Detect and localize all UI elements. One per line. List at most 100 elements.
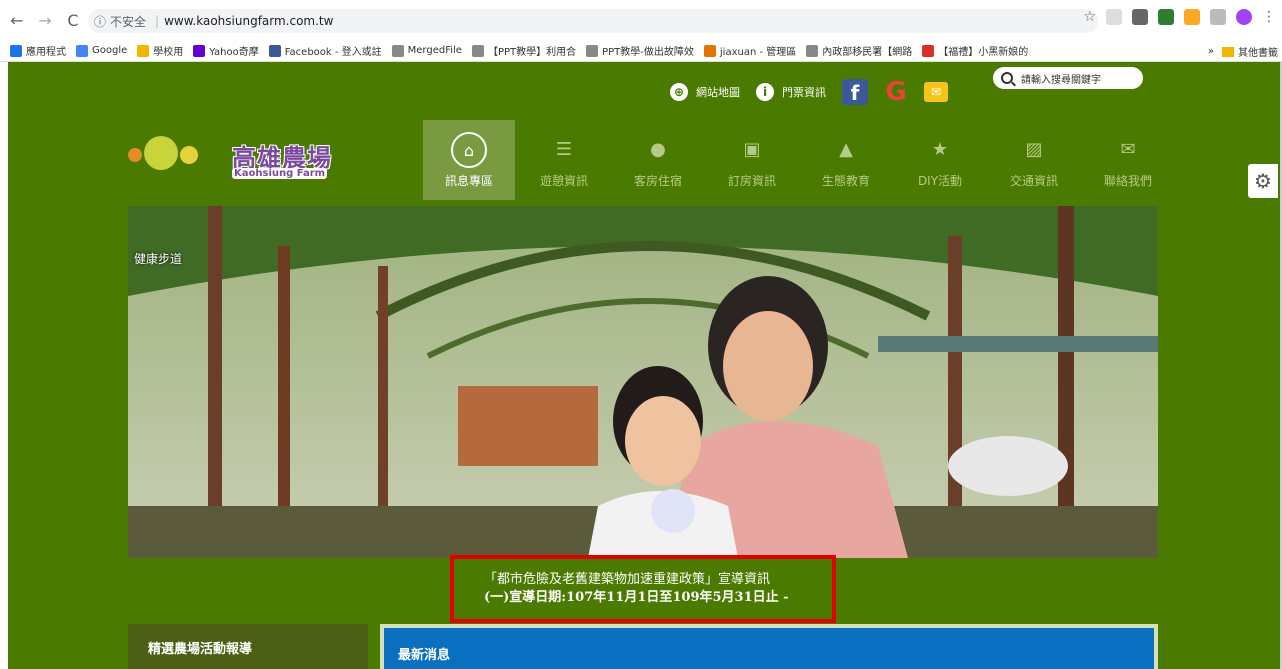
logo-dot bbox=[144, 136, 178, 170]
bookmark-icon bbox=[268, 44, 281, 57]
sitemap-link[interactable]: 網站地圖 bbox=[696, 84, 740, 100]
address-bar[interactable]: ⓘ 不安全 | www.kaohsiungfarm.com.tw bbox=[88, 9, 1098, 33]
logo-subtitle: Kaohsiung Farm bbox=[232, 168, 328, 179]
logo-dot bbox=[180, 146, 198, 164]
policy-notice[interactable]: 「都市危險及老舊建築物加速重建政策」宣導資訊 (一)宣導日期:107年11月1日… bbox=[450, 555, 836, 623]
menu-item-6[interactable]: ▨ 交通資訊 bbox=[987, 120, 1081, 200]
menu-icon: ▣ bbox=[743, 138, 761, 160]
notice-line-2: (一)宣導日期:107年11月1日至109年5月31日止 - bbox=[484, 590, 789, 605]
info-icon: i bbox=[756, 83, 774, 101]
latest-news-title: 最新消息 bbox=[398, 648, 451, 663]
url-text[interactable]: www.kaohsiungfarm.com.tw bbox=[164, 14, 333, 28]
bookmark-label: jiaxuan - 管理區 bbox=[719, 47, 797, 58]
site-topbar: ⊕ 網站地圖 i 門票資訊 f G ✉ bbox=[670, 77, 948, 107]
other-bookmarks[interactable]: 其他書籤 bbox=[1222, 44, 1278, 59]
mail-icon[interactable]: ✉ bbox=[924, 82, 948, 102]
menu-item-5[interactable]: ★ DIY活動 bbox=[893, 120, 987, 200]
bookmark-label: PPT教學-做出故障效 bbox=[602, 47, 694, 58]
menu-label: 生態教育 bbox=[821, 174, 870, 188]
menu-item-0[interactable]: ⌂ 訊息專區 bbox=[423, 120, 515, 200]
bookmarks-overflow-button[interactable]: » bbox=[1208, 46, 1214, 57]
menu-label: 訊息專區 bbox=[444, 174, 493, 188]
search-placeholder: 請輸入搜尋關鍵字 bbox=[1021, 74, 1101, 86]
url-separator: | bbox=[155, 14, 160, 28]
forward-button[interactable]: → bbox=[34, 9, 56, 31]
menu-more-icon[interactable]: ⋮ bbox=[1262, 9, 1276, 25]
bookmark-item[interactable]: 【PPT教學】利用合 bbox=[471, 43, 577, 58]
bookmark-icon bbox=[10, 44, 22, 57]
site-content: ⊕ 網站地圖 i 門票資訊 f G ✉ 請輸入搜尋關鍵字 高雄農場 Kaohsi… bbox=[0, 62, 1282, 669]
bookmark-icon bbox=[76, 44, 88, 57]
info-icon[interactable]: ⓘ bbox=[94, 13, 106, 30]
bookmark-icon bbox=[193, 44, 206, 57]
latest-news-panel: 最新消息 bbox=[380, 624, 1158, 669]
featured-activities-header[interactable]: 精選農場活動報導 bbox=[128, 624, 368, 669]
bookmark-icon bbox=[922, 44, 935, 57]
site-search-input[interactable]: 請輸入搜尋關鍵字 bbox=[993, 67, 1143, 89]
bookmark-icon bbox=[137, 44, 150, 57]
bookmark-label: Google bbox=[92, 45, 128, 56]
bookmark-item[interactable]: Yahoo奇摩 bbox=[193, 43, 259, 58]
menu-item-3[interactable]: ▣ 訂房資訊 bbox=[705, 120, 799, 200]
bookmark-label: Facebook - 登入或註 bbox=[284, 47, 382, 58]
bookmark-icon bbox=[806, 44, 819, 57]
menu-icon: ✉ bbox=[1120, 138, 1136, 160]
security-label: 不安全 bbox=[110, 14, 147, 29]
bookmark-label: Yahoo奇摩 bbox=[209, 47, 259, 58]
menu-item-4[interactable]: ▲ 生態教育 bbox=[799, 120, 893, 200]
bookmark-icon bbox=[586, 44, 599, 57]
menu-icon: ★ bbox=[931, 138, 949, 160]
menu-label: 客房住宿 bbox=[633, 174, 682, 188]
extension-icon[interactable] bbox=[1132, 9, 1148, 25]
other-bookmarks-label: 其他書籤 bbox=[1238, 48, 1278, 59]
folder-icon bbox=[1222, 46, 1234, 57]
reload-button[interactable]: C bbox=[62, 9, 84, 31]
bookmark-icon bbox=[471, 44, 484, 57]
bookmark-item[interactable]: 應用程式 bbox=[10, 43, 66, 58]
bookmark-label: MergedFile bbox=[407, 45, 462, 56]
menu-icon: ▨ bbox=[1025, 138, 1043, 160]
extension-icon[interactable] bbox=[1184, 9, 1200, 25]
bookmark-item[interactable]: 學校用 bbox=[137, 43, 183, 58]
search-icon bbox=[1001, 72, 1013, 84]
hero-illustration bbox=[128, 206, 1158, 558]
google-icon[interactable]: G bbox=[882, 77, 910, 107]
notice-line-1: 「都市危險及老舊建築物加速重建政策」宣導資訊 bbox=[484, 572, 771, 587]
bookmark-label: 【PPT教學】利用合 bbox=[487, 47, 577, 58]
extension-icon[interactable] bbox=[1210, 9, 1226, 25]
menu-item-7[interactable]: ✉ 聯絡我們 bbox=[1081, 120, 1175, 200]
extension-icon[interactable] bbox=[1158, 9, 1174, 25]
bookmark-star-icon[interactable]: ☆ bbox=[1083, 9, 1096, 25]
latest-news-header[interactable]: 最新消息 bbox=[384, 628, 1154, 669]
settings-gear-icon[interactable]: ⚙ bbox=[1248, 164, 1278, 198]
back-button[interactable]: ← bbox=[6, 9, 28, 31]
hero-caption: 健康步道 bbox=[134, 252, 183, 266]
bookmark-item[interactable]: 內政部移民署【網路 bbox=[806, 43, 912, 58]
bookmark-item[interactable]: Google bbox=[76, 44, 128, 57]
bookmark-item[interactable]: PPT教學-做出故障效 bbox=[586, 43, 694, 58]
hero-image: 健康步道 bbox=[128, 206, 1158, 558]
bookmark-item[interactable]: jiaxuan - 管理區 bbox=[703, 43, 797, 58]
bookmark-item[interactable]: MergedFile bbox=[391, 44, 462, 57]
bookmark-icon bbox=[703, 44, 716, 57]
main-menu: ⌂ 訊息專區 ☰ 遊憩資訊 ● 客房住宿 ▣ 訂房資訊 ▲ 生態教育 ★ DIY活動 ▨ 交通資訊 ✉ 聯絡我… bbox=[423, 120, 1175, 200]
extension-icon[interactable] bbox=[1106, 9, 1122, 25]
browser-toolbar: ← → C ⓘ 不安全 | www.kaohsiungfarm.com.tw ☆… bbox=[0, 0, 1282, 40]
menu-icon: ● bbox=[650, 138, 666, 160]
tickets-link[interactable]: 門票資訊 bbox=[782, 84, 826, 100]
menu-label: 聯絡我們 bbox=[1103, 174, 1152, 188]
bookmark-label: 應用程式 bbox=[26, 47, 66, 58]
bookmark-item[interactable]: 【福禮】小黑新娘的 bbox=[922, 43, 1028, 58]
logo-dot bbox=[128, 148, 142, 162]
bookmark-item[interactable]: Facebook - 登入或註 bbox=[268, 43, 382, 58]
profile-avatar[interactable] bbox=[1236, 9, 1252, 25]
facebook-icon[interactable]: f bbox=[842, 79, 868, 105]
site-logo[interactable]: 高雄農場 Kaohsiung Farm bbox=[120, 124, 350, 184]
menu-item-2[interactable]: ● 客房住宿 bbox=[611, 120, 705, 200]
bookmark-label: 學校用 bbox=[153, 47, 184, 58]
featured-activities-title: 精選農場活動報導 bbox=[148, 642, 253, 657]
menu-icon: ⌂ bbox=[451, 132, 487, 168]
bookmark-label: 內政部移民署【網路 bbox=[822, 47, 913, 58]
menu-label: 交通資訊 bbox=[1009, 174, 1058, 188]
menu-item-1[interactable]: ☰ 遊憩資訊 bbox=[517, 120, 611, 200]
